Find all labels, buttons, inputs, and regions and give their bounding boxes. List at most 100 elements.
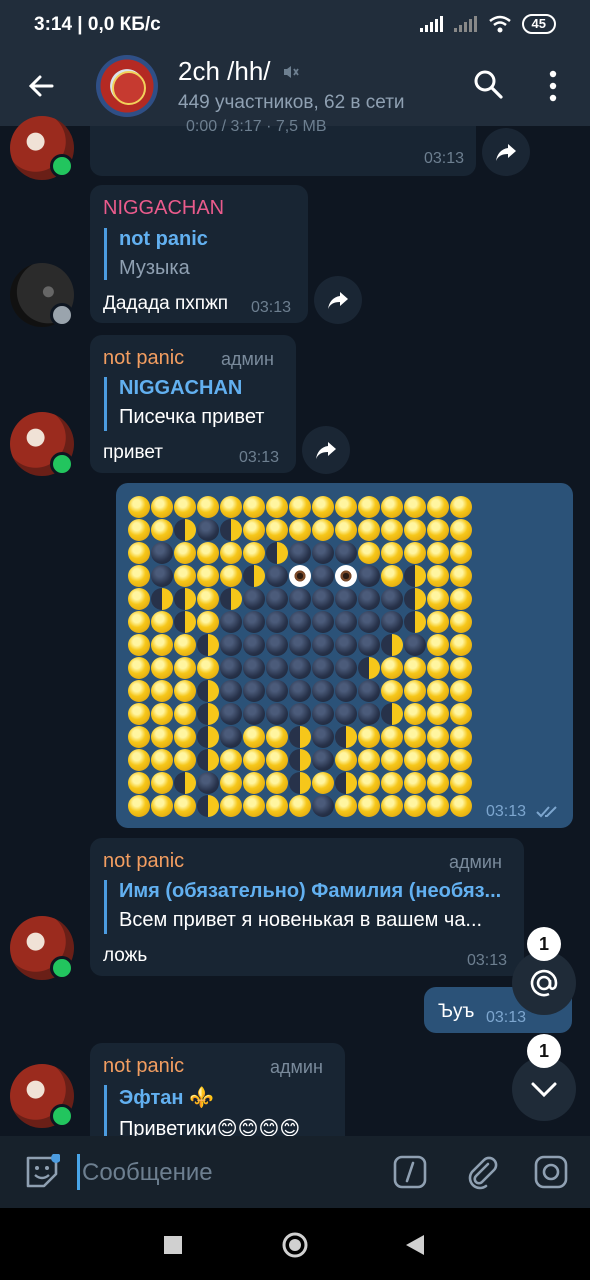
moon-emoji: [381, 565, 403, 587]
moon-emoji: [243, 772, 265, 794]
moon-emoji: [151, 749, 173, 771]
moon-emoji: [174, 703, 196, 725]
moon-emoji: [197, 703, 219, 725]
moon-emoji: [335, 795, 357, 817]
share-button[interactable]: [314, 276, 362, 324]
moon-emoji: [128, 519, 150, 541]
moon-emoji: [266, 703, 288, 725]
camera-icon[interactable]: [533, 1154, 569, 1190]
moon-emoji: [220, 680, 242, 702]
moon-emoji: [197, 588, 219, 610]
message-time: 03:13: [486, 1009, 527, 1026]
share-button[interactable]: [302, 426, 350, 474]
reply-text: Писечка привет: [119, 406, 265, 428]
share-arrow-icon: [328, 292, 348, 309]
moon-emoji: [312, 588, 334, 610]
moon-emoji: [266, 749, 288, 771]
reply-text: Музыка: [119, 257, 190, 279]
moon-emoji: [427, 772, 449, 794]
sender-name[interactable]: not panic: [103, 347, 184, 370]
moon-emoji: [243, 680, 265, 702]
moon-emoji: [266, 496, 288, 518]
share-button[interactable]: [482, 128, 530, 176]
moon-emoji: [289, 496, 311, 518]
moon-emoji: [312, 749, 334, 771]
moon-emoji: [243, 611, 265, 633]
home-icon[interactable]: [281, 1231, 309, 1259]
moon-emoji: [427, 726, 449, 748]
sender-name[interactable]: NIGGACHAN: [103, 197, 224, 220]
moon-emoji: [312, 703, 334, 725]
reply-quote[interactable]: not panic Музыка: [104, 228, 289, 280]
moon-emoji: [450, 772, 472, 794]
moon-emoji: [243, 542, 265, 564]
moon-emoji: [151, 772, 173, 794]
moon-emoji: [197, 611, 219, 633]
back-triangle-icon[interactable]: [404, 1233, 426, 1257]
search-icon[interactable]: [470, 66, 506, 102]
sender-name[interactable]: not panic: [103, 1055, 184, 1078]
message-bubble-partial[interactable]: 0:00 / 3:17 · 7,5 MB 03:13: [90, 118, 476, 176]
message-bubble[interactable]: not panic админ Эфтан ⚜️ Приветики😊😊😊😊: [90, 1043, 345, 1136]
moon-emoji: [289, 772, 311, 794]
moon-emoji: [404, 542, 426, 564]
moon-emoji: [197, 634, 219, 656]
moon-emoji: [128, 657, 150, 679]
moon-emoji: [404, 795, 426, 817]
message-time: 03:13: [423, 150, 464, 167]
reply-text: Приветики😊😊😊😊: [119, 1118, 301, 1136]
moon-emoji: [450, 496, 472, 518]
moon-emoji: [151, 588, 173, 610]
moon-emoji: [243, 565, 265, 587]
moon-emoji: [404, 772, 426, 794]
moon-emoji: [243, 726, 265, 748]
read-checks-icon: [536, 806, 557, 818]
message-time: 03:13: [239, 449, 280, 466]
chat-title[interactable]: 2ch /hh/: [178, 56, 299, 87]
reply-quote[interactable]: Эфтан ⚜️ Приветики😊😊😊😊: [104, 1085, 345, 1136]
share-arrow-icon: [496, 144, 516, 161]
moon-emoji: [381, 749, 403, 771]
recent-apps-icon[interactable]: [163, 1235, 183, 1255]
moon-emoji: [174, 496, 196, 518]
emoji-sticker-icon[interactable]: [24, 1154, 60, 1190]
moon-emoji: [220, 634, 242, 656]
message-bubble[interactable]: not panic админ Имя (обязательно) Фамили…: [90, 838, 524, 976]
reply-quote[interactable]: Имя (обязательно) Фамилия (необяз... Все…: [104, 880, 523, 934]
moon-emoji: [220, 657, 242, 679]
moon-emoji: [427, 496, 449, 518]
message-bubble[interactable]: not panic админ NIGGACHAN Писечка привет…: [90, 335, 296, 473]
more-vertical-icon[interactable]: [540, 66, 566, 106]
moon-emoji: [335, 657, 357, 679]
back-arrow-icon[interactable]: [20, 64, 64, 108]
attach-paperclip-icon[interactable]: [464, 1154, 500, 1190]
moon-emoji: [404, 680, 426, 702]
sender-name[interactable]: not panic: [103, 850, 184, 873]
moon-emoji: [312, 772, 334, 794]
reply-author: Эфтан ⚜️: [119, 1087, 214, 1109]
admin-badge: админ: [449, 852, 502, 872]
chat-subtitle: 449 участников, 62 в сети: [178, 92, 405, 113]
moon-emoji: [312, 542, 334, 564]
moon-emoji: [450, 703, 472, 725]
moon-emoji: [381, 726, 403, 748]
moon-emoji: [128, 726, 150, 748]
message-bubble[interactable]: NIGGACHAN not panic Музыка Дадада пхпжп …: [90, 185, 308, 323]
moon-emoji: [404, 657, 426, 679]
moon-emoji: [335, 542, 357, 564]
bot-commands-icon[interactable]: [392, 1154, 428, 1190]
reply-quote[interactable]: NIGGACHAN Писечка привет: [104, 377, 295, 431]
moon-emoji: [358, 588, 380, 610]
moon-emoji: [128, 703, 150, 725]
group-avatar[interactable]: [96, 55, 158, 117]
moon-emoji: [381, 657, 403, 679]
online-indicator: [50, 154, 74, 178]
moon-emoji: [151, 657, 173, 679]
moon-emoji: [266, 634, 288, 656]
message-input[interactable]: [80, 1152, 374, 1194]
moon-emoji: [335, 611, 357, 633]
moon-emoji: [197, 680, 219, 702]
moon-emoji: [266, 795, 288, 817]
moon-emoji: [174, 611, 196, 633]
moon-emoji: [404, 565, 426, 587]
